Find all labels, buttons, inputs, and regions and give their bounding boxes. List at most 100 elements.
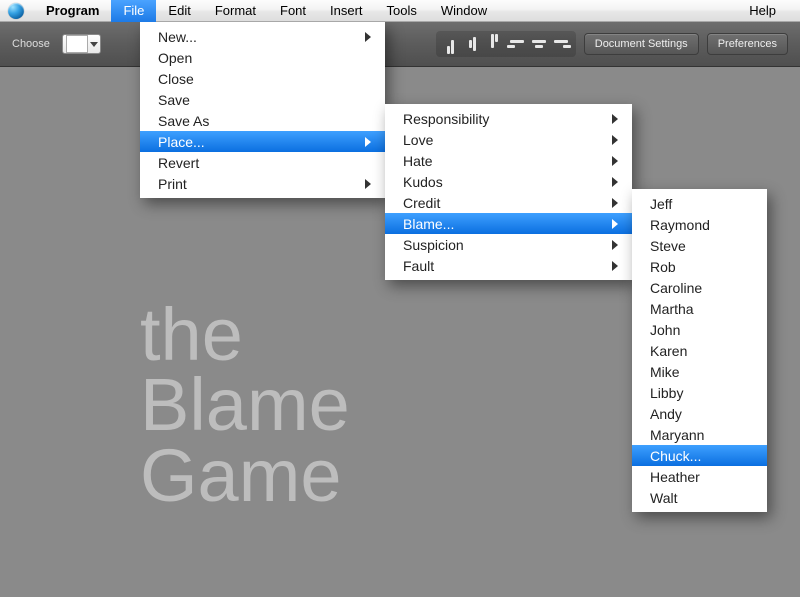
apple-menu-icon[interactable] [8, 3, 24, 19]
menu-label: New... [158, 29, 197, 45]
place-hate[interactable]: Hate [385, 150, 632, 171]
submenu-arrow-icon [365, 137, 371, 147]
color-swatch-dropdown[interactable] [62, 34, 101, 54]
submenu-arrow-icon [365, 179, 371, 189]
blame-libby[interactable]: Libby [632, 382, 767, 403]
page-title: the Blame Game [140, 300, 350, 511]
menu-label: Maryann [650, 427, 704, 443]
file-print[interactable]: Print [140, 173, 385, 194]
blame-steve[interactable]: Steve [632, 235, 767, 256]
menu-label: Fault [403, 258, 434, 274]
program-menu[interactable]: Program [34, 0, 111, 22]
place-love[interactable]: Love [385, 129, 632, 150]
submenu-arrow-icon [612, 114, 618, 124]
menubar: Program File Edit Format Font Insert Too… [0, 0, 800, 22]
edit-menu[interactable]: Edit [156, 0, 202, 22]
place-submenu: Responsibility Love Hate Kudos Credit Bl… [385, 104, 632, 280]
place-kudos[interactable]: Kudos [385, 171, 632, 192]
tools-menu[interactable]: Tools [375, 0, 429, 22]
menu-label: Karen [650, 343, 687, 359]
insert-menu[interactable]: Insert [318, 0, 375, 22]
blame-chuck[interactable]: Chuck... [632, 445, 767, 466]
blame-heather[interactable]: Heather [632, 466, 767, 487]
blame-john[interactable]: John [632, 319, 767, 340]
blame-jeff[interactable]: Jeff [632, 193, 767, 214]
align-bottom-button[interactable] [441, 34, 461, 54]
alignment-group [436, 31, 576, 57]
preferences-button[interactable]: Preferences [707, 33, 788, 55]
blame-andy[interactable]: Andy [632, 403, 767, 424]
title-line-1: the [140, 300, 350, 370]
menu-label: Walt [650, 490, 677, 506]
file-new[interactable]: New... [140, 26, 385, 47]
menu-label: Revert [158, 155, 199, 171]
format-menu[interactable]: Format [203, 0, 268, 22]
blame-submenu: Jeff Raymond Steve Rob Caroline Martha J… [632, 189, 767, 512]
align-right-button[interactable] [551, 34, 571, 54]
blame-caroline[interactable]: Caroline [632, 277, 767, 298]
chevron-down-icon [90, 42, 98, 47]
menu-label: Kudos [403, 174, 443, 190]
align-left-button[interactable] [507, 34, 527, 54]
menu-label: Blame... [403, 216, 454, 232]
menu-label: Save [158, 92, 190, 108]
blame-maryann[interactable]: Maryann [632, 424, 767, 445]
title-line-3: Game [140, 441, 350, 511]
menu-label: Open [158, 50, 192, 66]
file-menu[interactable]: File [111, 0, 156, 22]
menu-label: Credit [403, 195, 440, 211]
font-menu[interactable]: Font [268, 0, 318, 22]
menu-label: Mike [650, 364, 680, 380]
menu-label: Libby [650, 385, 683, 401]
place-fault[interactable]: Fault [385, 255, 632, 276]
menu-label: Place... [158, 134, 205, 150]
menu-label: Save As [158, 113, 209, 129]
blame-karen[interactable]: Karen [632, 340, 767, 361]
blame-walt[interactable]: Walt [632, 487, 767, 508]
file-save[interactable]: Save [140, 89, 385, 110]
submenu-arrow-icon [612, 198, 618, 208]
place-responsibility[interactable]: Responsibility [385, 108, 632, 129]
menu-label: Love [403, 132, 433, 148]
file-open[interactable]: Open [140, 47, 385, 68]
submenu-arrow-icon [612, 219, 618, 229]
menu-label: Martha [650, 301, 694, 317]
place-suspicion[interactable]: Suspicion [385, 234, 632, 255]
blame-martha[interactable]: Martha [632, 298, 767, 319]
title-line-2: Blame [140, 370, 350, 440]
menu-label: Responsibility [403, 111, 489, 127]
menu-label: Hate [403, 153, 433, 169]
document-settings-button[interactable]: Document Settings [584, 33, 699, 55]
window-menu[interactable]: Window [429, 0, 499, 22]
blame-raymond[interactable]: Raymond [632, 214, 767, 235]
submenu-arrow-icon [612, 135, 618, 145]
blame-rob[interactable]: Rob [632, 256, 767, 277]
align-center-button[interactable] [529, 34, 549, 54]
menu-label: Heather [650, 469, 700, 485]
toolbar: Choose Document Settings Preferences [0, 22, 800, 67]
help-menu[interactable]: Help [737, 0, 800, 22]
menu-label: Chuck... [650, 448, 701, 464]
file-dropdown: New... Open Close Save Save As Place... … [140, 22, 385, 198]
place-blame[interactable]: Blame... [385, 213, 632, 234]
menu-label: Close [158, 71, 194, 87]
choose-label: Choose [12, 38, 50, 50]
color-swatch [66, 35, 88, 53]
place-credit[interactable]: Credit [385, 192, 632, 213]
align-top-button[interactable] [485, 34, 505, 54]
file-close[interactable]: Close [140, 68, 385, 89]
menu-label: Rob [650, 259, 676, 275]
file-place[interactable]: Place... [140, 131, 385, 152]
menu-label: Suspicion [403, 237, 464, 253]
submenu-arrow-icon [612, 156, 618, 166]
submenu-arrow-icon [612, 240, 618, 250]
blame-mike[interactable]: Mike [632, 361, 767, 382]
align-middle-button[interactable] [463, 34, 483, 54]
menu-label: Steve [650, 238, 686, 254]
menu-label: Jeff [650, 196, 672, 212]
file-revert[interactable]: Revert [140, 152, 385, 173]
submenu-arrow-icon [365, 32, 371, 42]
menu-label: Print [158, 176, 187, 192]
menu-label: Raymond [650, 217, 710, 233]
file-save-as[interactable]: Save As [140, 110, 385, 131]
